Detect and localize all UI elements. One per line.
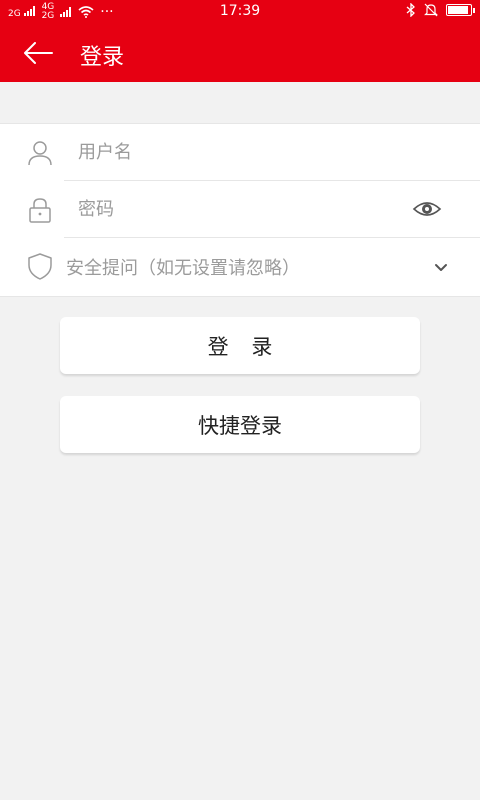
app-bar: 登录 (0, 24, 480, 82)
login-form: 安全提问（如无设置请忽略） (0, 123, 480, 297)
quick-login-button[interactable]: 快捷登录 (60, 396, 420, 453)
lock-icon (29, 198, 51, 223)
chevron-down-icon[interactable] (432, 258, 450, 276)
battery-icon (446, 4, 475, 16)
login-button[interactable]: 登 录 (60, 317, 420, 374)
username-input[interactable] (78, 136, 378, 168)
shield-icon (28, 253, 52, 280)
bluetooth-icon (406, 3, 415, 17)
page-title: 登录 (80, 45, 125, 70)
user-icon (28, 141, 52, 166)
security-question-label: 安全提问（如无设置请忽略） (66, 258, 300, 279)
password-row (0, 181, 480, 238)
status-bar: 2G 4G 2G ··· 17:39 (0, 0, 480, 24)
back-button[interactable] (18, 36, 58, 70)
arrow-left-icon (24, 42, 53, 64)
security-question-row[interactable]: 安全提问（如无设置请忽略） (0, 238, 480, 298)
password-input[interactable] (78, 193, 378, 225)
username-row (0, 124, 480, 181)
eye-icon[interactable] (412, 197, 442, 221)
mute-icon (424, 3, 438, 17)
status-right (406, 3, 475, 17)
